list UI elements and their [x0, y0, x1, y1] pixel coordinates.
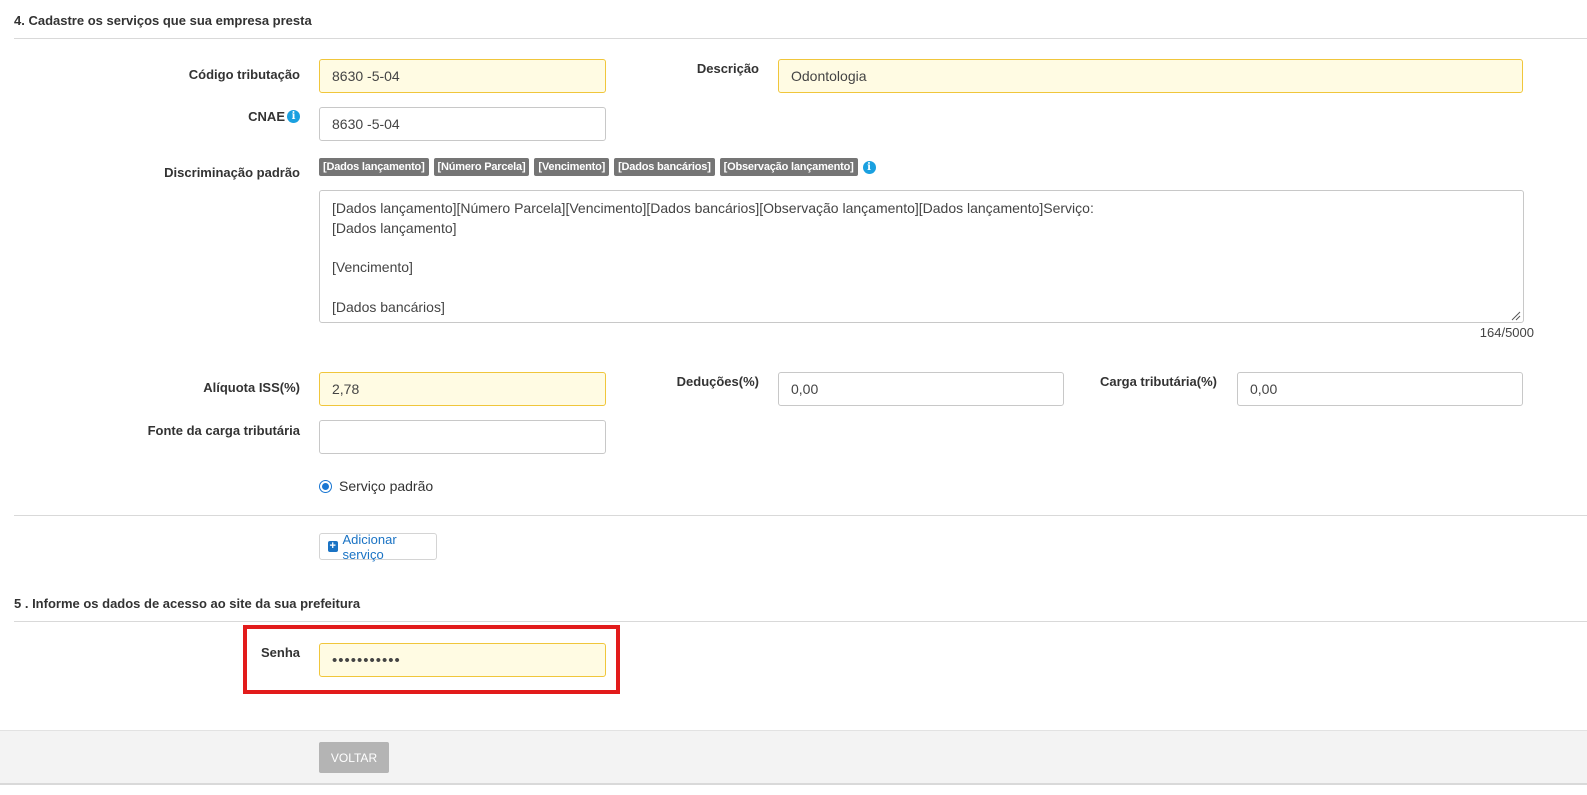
cnae-label-group: CNAE i: [248, 109, 300, 124]
codigo-tributacao-label: Código tributação: [188, 67, 300, 82]
tag-vencimento[interactable]: [Vencimento]: [534, 158, 610, 176]
servico-padrao-radio[interactable]: [319, 479, 332, 493]
deducoes-value: 0,00: [791, 381, 819, 397]
adicionar-servico-button[interactable]: + Adicionar serviço: [319, 531, 437, 562]
cnae-label: CNAE: [248, 109, 285, 124]
aliquota-iss-value: 2,78: [332, 381, 360, 397]
servico-padrao-label: Serviço padrão: [339, 478, 434, 494]
deducoes-input[interactable]: 0,00: [778, 372, 1064, 406]
descricao-input[interactable]: Odontologia: [778, 59, 1523, 93]
aliquota-iss-input[interactable]: 2,78: [319, 372, 606, 406]
plus-icon: +: [328, 540, 338, 552]
char-counter: 164/5000: [1479, 325, 1534, 340]
carga-tributaria-value: 0,00: [1250, 381, 1278, 397]
carga-tributaria-label: Carga tributária(%): [1099, 374, 1217, 389]
deducoes-label: Deduções(%): [676, 374, 759, 389]
codigo-tributacao-input[interactable]: 8630 -5-04: [319, 59, 606, 93]
resize-handle-icon[interactable]: [1510, 310, 1521, 321]
carga-tributaria-input[interactable]: 0,00: [1237, 372, 1523, 406]
tag-dados-bancarios[interactable]: [Dados bancários]: [614, 158, 715, 176]
tag-numero-parcela[interactable]: [Número Parcela]: [433, 158, 530, 176]
descricao-value: Odontologia: [791, 68, 867, 84]
section-4-divider: [14, 38, 1587, 39]
info-icon[interactable]: i: [287, 110, 300, 123]
services-divider: [14, 515, 1587, 516]
discriminacao-label: Discriminação padrão: [164, 165, 300, 180]
descricao-label: Descrição: [696, 61, 759, 76]
voltar-button[interactable]: VOLTAR: [319, 742, 389, 773]
section-5-divider: [14, 621, 1587, 622]
cnae-input[interactable]: 8630 -5-04: [319, 107, 606, 141]
discriminacao-textarea[interactable]: [Dados lançamento][Número Parcela][Venci…: [319, 190, 1524, 323]
cnae-value: 8630 -5-04: [332, 116, 400, 132]
section-5-title: 5 . Informe os dados de acesso ao site d…: [14, 596, 361, 611]
form-footer: VOLTAR: [0, 730, 1587, 785]
annotation-highlight-box: [243, 625, 620, 694]
servico-padrao-option[interactable]: Serviço padrão: [319, 478, 433, 494]
info-icon[interactable]: i: [862, 160, 876, 174]
aliquota-iss-label: Alíquota ISS(%): [203, 380, 300, 395]
tag-observacao-lancamento[interactable]: [Observação lançamento]: [719, 158, 858, 176]
fonte-carga-input[interactable]: [319, 420, 606, 454]
discriminacao-tags: [Dados lançamento] [Número Parcela] [Ven…: [319, 158, 876, 176]
fonte-carga-label: Fonte da carga tributária: [147, 423, 300, 438]
adicionar-servico-label: Adicionar serviço: [342, 531, 397, 562]
tag-dados-lancamento[interactable]: [Dados lançamento]: [319, 158, 429, 176]
section-4-title: 4. Cadastre os serviços que sua empresa …: [14, 13, 312, 28]
codigo-tributacao-value: 8630 -5-04: [332, 68, 400, 84]
